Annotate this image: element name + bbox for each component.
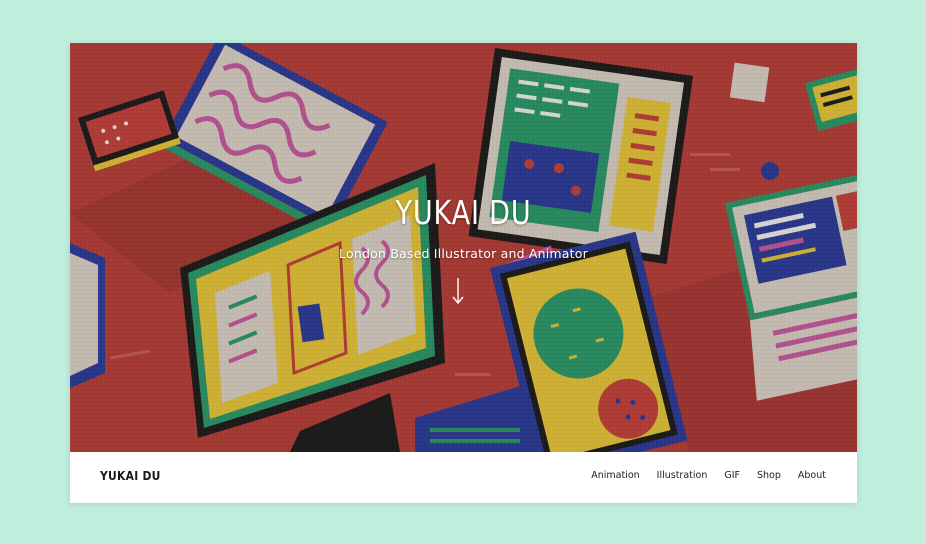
site-logo[interactable]: YUKAI DU [100,468,161,483]
nav-link-animation[interactable]: Animation [591,470,639,481]
hero-subtitle: London Based Illustrator and Animator [339,246,588,261]
nav-link-illustration[interactable]: Illustration [657,470,708,481]
nav-link-gif[interactable]: GIF [724,470,740,481]
site-navbar: YUKAI DU Animation Illustration GIF Shop… [70,452,857,503]
nav-links: Animation Illustration GIF Shop About [591,470,826,481]
site-frame: YUKAI DU London Based Illustrator and An… [70,43,857,503]
hero-title: YUKAI DU [395,193,532,232]
nav-link-shop[interactable]: Shop [757,470,781,481]
nav-link-about[interactable]: About [798,470,826,481]
arrow-down-icon[interactable] [451,277,465,305]
hero-banner: YUKAI DU London Based Illustrator and An… [70,43,857,452]
